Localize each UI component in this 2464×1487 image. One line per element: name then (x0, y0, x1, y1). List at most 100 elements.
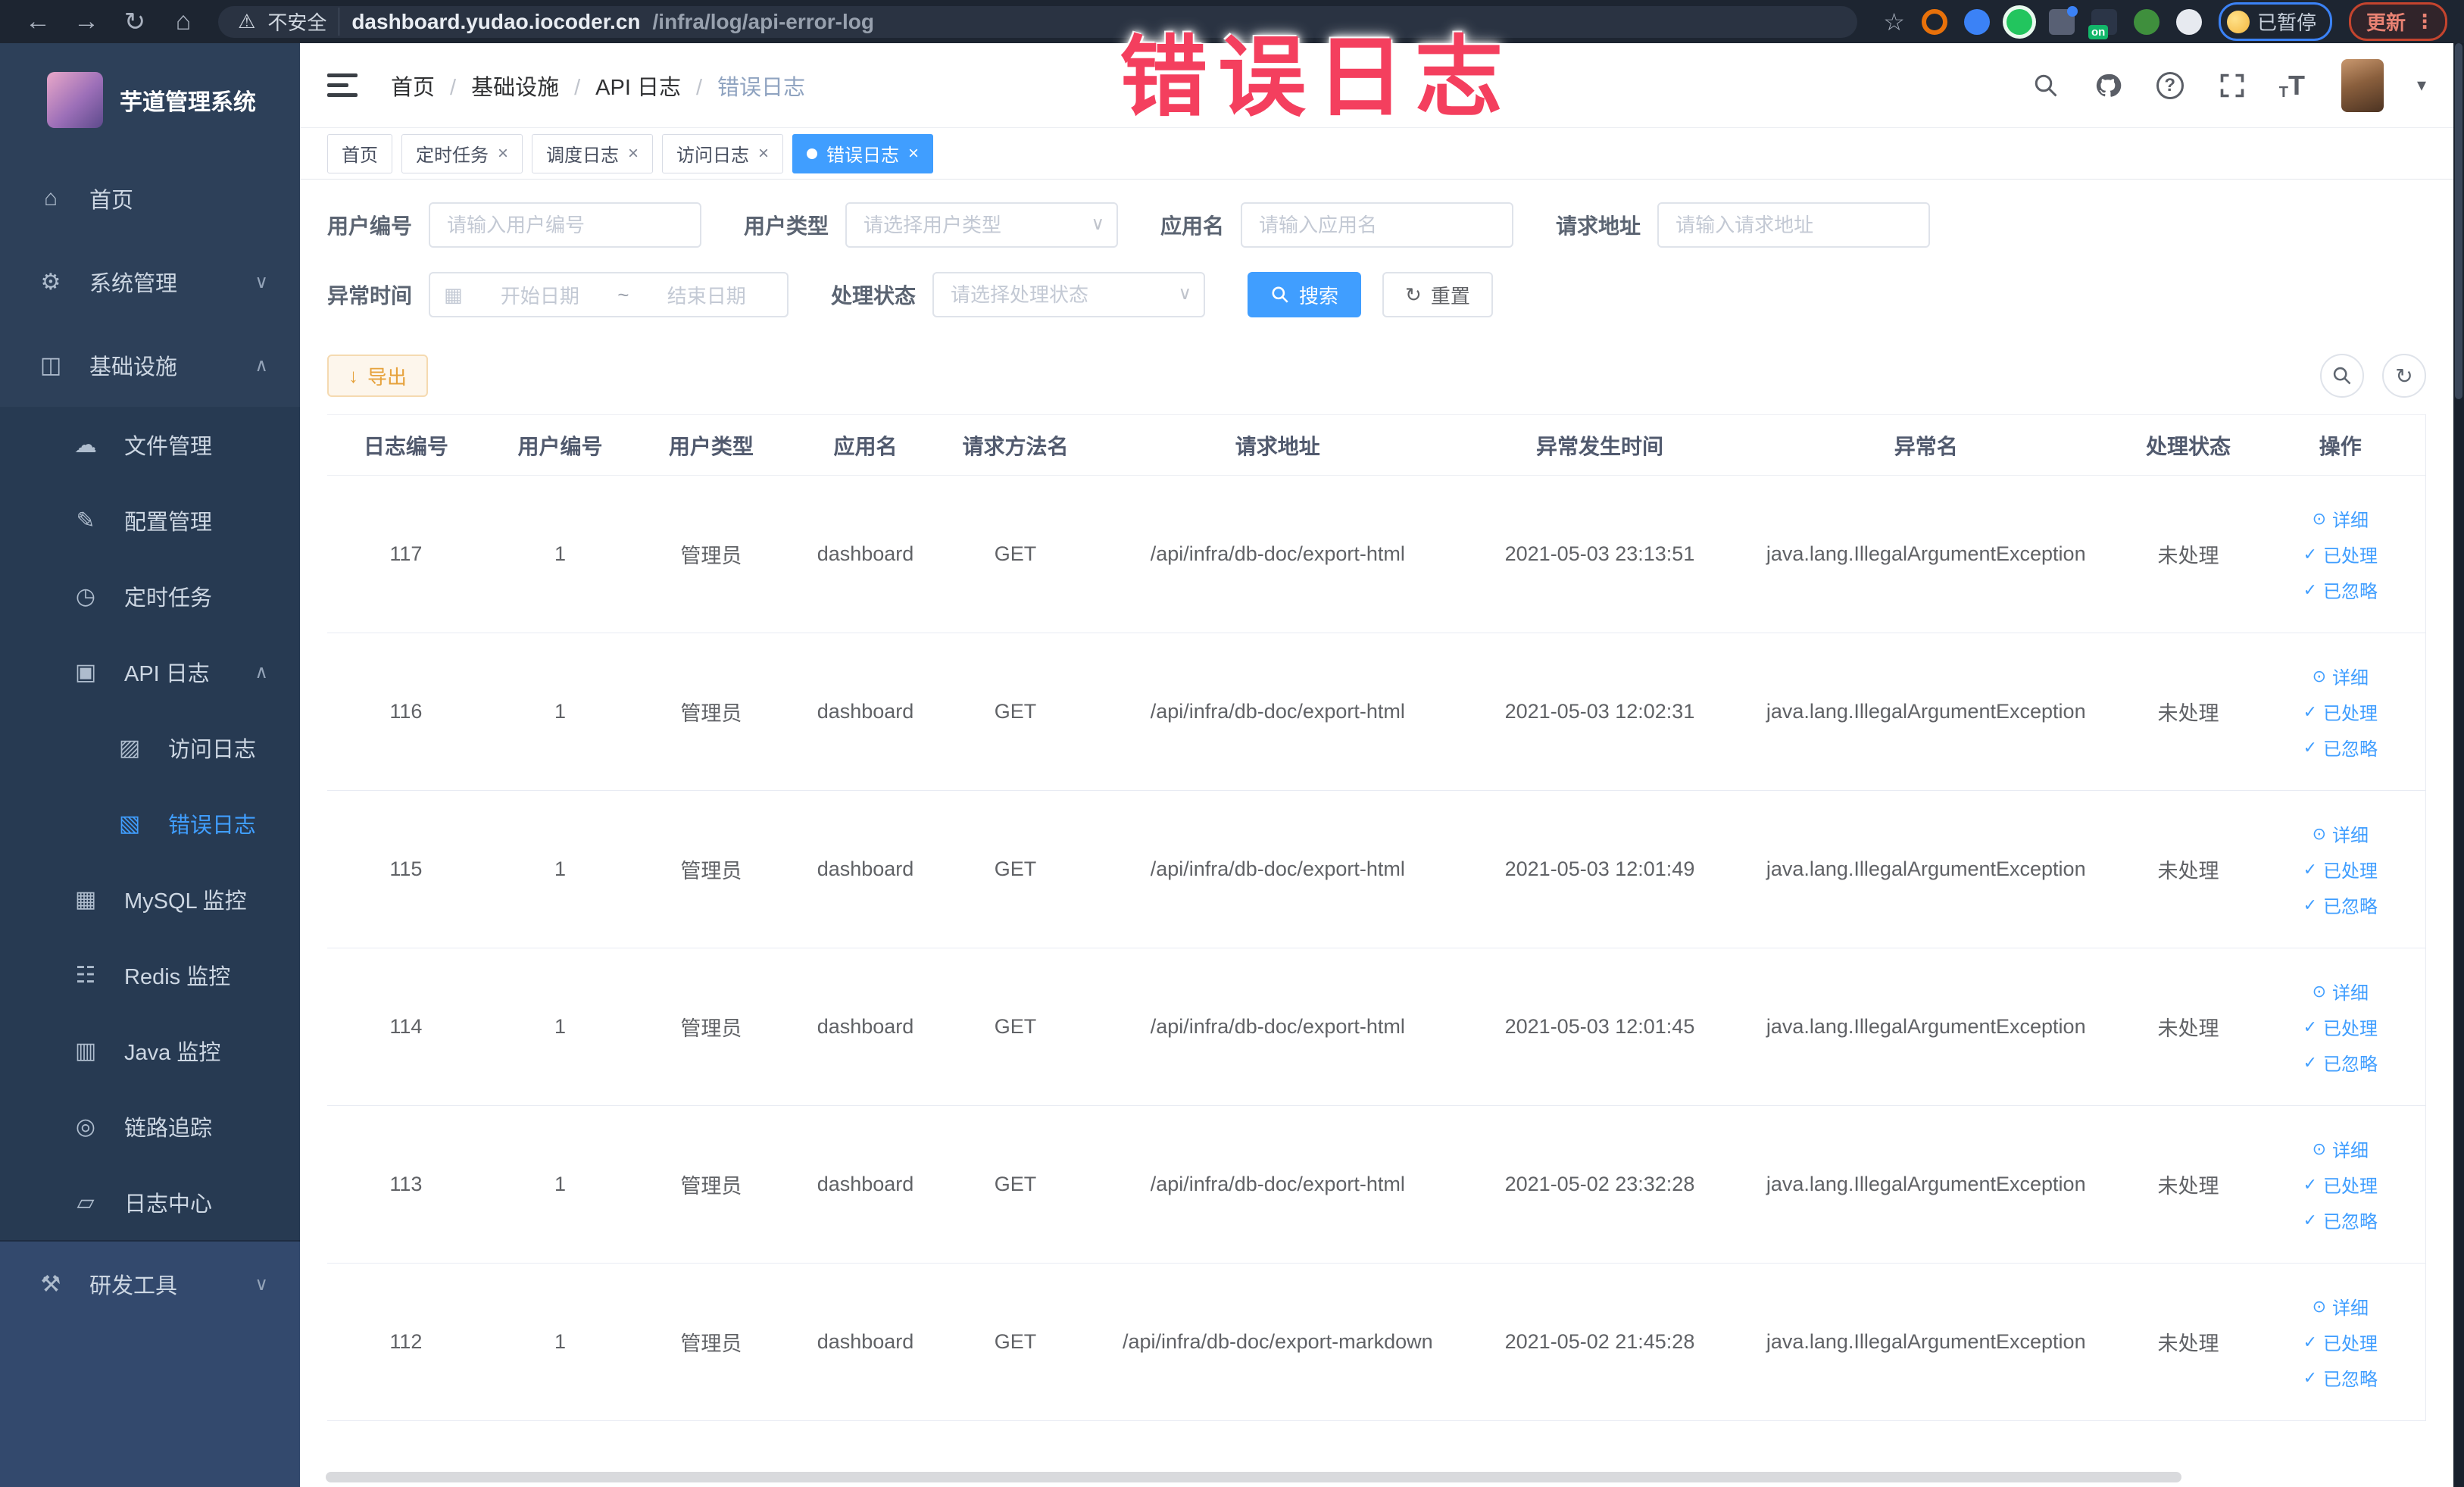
app-name-input[interactable] (1241, 202, 1514, 248)
sidebar-item-log-center[interactable]: ▱ 日志中心 (0, 1164, 300, 1240)
table-row: 113 1 管理员 dashboard GET /api/infra/db-do… (327, 1105, 2425, 1264)
url-host: dashboard.yudao.iocoder.cn (351, 9, 641, 33)
sidebar-item-scheduled-tasks[interactable]: ◷ 定时任务 (0, 558, 300, 634)
sidebar-item-infrastructure[interactable]: ◫ 基础设施 ∧ (0, 323, 300, 407)
sidebar-item-error-log[interactable]: ▧ 错误日志 (0, 786, 300, 861)
user-id-input[interactable] (429, 202, 702, 248)
vertical-scrollbar[interactable] (2453, 43, 2464, 1487)
app-logo[interactable]: 芋道管理系统 (0, 43, 300, 157)
reset-button[interactable]: ↻ 重置 (1382, 272, 1493, 317)
tab-access-log[interactable]: 访问日志 × (662, 133, 784, 173)
mark-ignored-link[interactable]: ✓ 已忽略 (2303, 1049, 2378, 1076)
cell-user-id: 1 (484, 1263, 636, 1421)
detail-label: 详细 (2332, 1298, 2369, 1319)
browser-forward-icon[interactable]: → (65, 7, 108, 36)
extension-icon[interactable] (1921, 8, 1947, 35)
browser-reload-icon[interactable]: ↻ (114, 7, 156, 37)
process-status-select-input[interactable] (932, 272, 1206, 317)
tab-schedule-log[interactable]: 调度日志 × (532, 133, 654, 173)
close-icon[interactable]: × (628, 143, 639, 164)
breadcrumb-home[interactable]: 首页 (391, 70, 456, 102)
cell-app: dashboard (786, 948, 945, 1106)
mark-processed-link[interactable]: ✓ 已处理 (2303, 1014, 2378, 1040)
search-button[interactable]: 搜索 (1248, 272, 1362, 317)
help-icon[interactable]: ? (2155, 70, 2185, 101)
mark-ignored-link[interactable]: ✓ 已忽略 (2303, 1364, 2378, 1391)
sidebar-item-java-monitor[interactable]: ▥ Java 监控 (0, 1013, 300, 1089)
toggle-search-button[interactable] (2320, 354, 2364, 398)
mark-processed-link[interactable]: ✓ 已处理 (2303, 1329, 2378, 1355)
user-type-select-input[interactable] (845, 202, 1119, 248)
request-url-input[interactable] (1657, 202, 1931, 248)
tab-home[interactable]: 首页 (327, 133, 392, 173)
scrollbar-thumb[interactable] (2455, 43, 2462, 399)
extension-icon[interactable] (1963, 8, 1990, 35)
sidebar-item-file-management[interactable]: ☁ 文件管理 (0, 407, 300, 483)
profile-paused-chip[interactable]: 已暂停 (2218, 2, 2332, 41)
mark-ignored-link[interactable]: ✓ 已忽略 (2303, 892, 2378, 918)
extension-icon[interactable] (2006, 8, 2032, 35)
extension-icon[interactable]: on (2088, 8, 2117, 39)
sidebar-item-api-log[interactable]: ▣ API 日志 ∧ (0, 634, 300, 710)
detail-link[interactable]: ⊙ 详细 (2313, 820, 2369, 847)
breadcrumb-infrastructure[interactable]: 基础设施 (471, 70, 580, 102)
horizontal-scrollbar[interactable] (326, 1472, 2181, 1482)
log-icon: ▣ (74, 659, 97, 685)
security-label[interactable]: 不安全 (267, 8, 340, 36)
close-icon[interactable]: × (908, 143, 919, 164)
detail-link[interactable]: ⊙ 详细 (2313, 1293, 2369, 1320)
extension-icon[interactable] (2048, 5, 2078, 35)
sidebar-item-dev-tools[interactable]: ⚒ 研发工具 ∨ (0, 1242, 300, 1326)
check-icon: ✓ (2303, 859, 2318, 879)
avatar-caret-icon[interactable]: ▾ (2417, 74, 2426, 96)
sidebar-item-tracing[interactable]: ◎ 链路追踪 (0, 1089, 300, 1164)
browser-update-button[interactable]: 更新 ⋮ (2348, 2, 2447, 41)
extension-icon[interactable] (2133, 8, 2160, 35)
processed-label: 已处理 (2323, 704, 2378, 724)
tab-error-log[interactable]: 错误日志 × (792, 133, 934, 173)
mark-ignored-link[interactable]: ✓ 已忽略 (2303, 576, 2378, 603)
export-button[interactable]: ↓ 导出 (327, 355, 429, 397)
cell-url: /api/infra/db-doc/export-html (1086, 1105, 1469, 1264)
detail-link[interactable]: ⊙ 详细 (2313, 978, 2369, 1004)
tab-scheduled-tasks[interactable]: 定时任务 × (401, 133, 523, 173)
detail-link[interactable]: ⊙ 详细 (2313, 1136, 2369, 1162)
bookmark-star-icon[interactable]: ☆ (1883, 8, 1905, 36)
detail-link[interactable]: ⊙ 详细 (2313, 663, 2369, 689)
sidebar-item-config-management[interactable]: ✎ 配置管理 (0, 483, 300, 558)
mark-processed-link[interactable]: ✓ 已处理 (2303, 856, 2378, 883)
browser-menu-icon[interactable]: ⋮ (2415, 10, 2434, 33)
sidebar-item-access-log[interactable]: ▨ 访问日志 (0, 710, 300, 786)
hamburger-icon[interactable] (327, 73, 358, 97)
search-icon[interactable] (2031, 70, 2061, 101)
browser-home-icon[interactable]: ⌂ (162, 7, 205, 36)
cell-status: 未处理 (2121, 1105, 2256, 1264)
github-icon[interactable] (2093, 70, 2123, 101)
mark-ignored-link[interactable]: ✓ 已忽略 (2303, 734, 2378, 761)
user-type-select[interactable]: ∨ (845, 202, 1119, 248)
sidebar-item-mysql-monitor[interactable]: ▦ MySQL 监控 (0, 861, 300, 937)
sidebar-item-label: 首页 (89, 189, 134, 213)
fullscreen-icon[interactable] (2217, 70, 2247, 101)
mark-processed-link[interactable]: ✓ 已处理 (2303, 698, 2378, 725)
mark-processed-link[interactable]: ✓ 已处理 (2303, 541, 2378, 567)
detail-link[interactable]: ⊙ 详细 (2313, 505, 2369, 532)
extensions-puzzle-icon[interactable] (2175, 8, 2202, 35)
mark-ignored-link[interactable]: ✓ 已忽略 (2303, 1207, 2378, 1233)
address-bar[interactable]: ⚠ 不安全 dashboard.yudao.iocoder.cn/infra/l… (218, 5, 1858, 38)
close-icon[interactable]: × (498, 143, 508, 164)
date-range-picker[interactable]: ▦ 开始日期 ~ 结束日期 (429, 272, 789, 317)
refresh-table-button[interactable]: ↻ (2382, 354, 2426, 398)
sidebar-item-system-management[interactable]: ⚙ 系统管理 ∨ (0, 240, 300, 323)
sidebar-item-redis-monitor[interactable]: ☷ Redis 监控 (0, 937, 300, 1013)
browser-back-icon[interactable]: ← (17, 7, 59, 36)
close-icon[interactable]: × (758, 143, 769, 164)
filter-form: 用户编号 用户类型 ∨ 应用名 请求地址 (300, 180, 2453, 346)
sidebar-item-home[interactable]: ⌂ 首页 (0, 157, 300, 240)
breadcrumb-api-log[interactable]: API 日志 (595, 70, 702, 102)
mark-processed-link[interactable]: ✓ 已处理 (2303, 1171, 2378, 1198)
sidebar-item-label: 基础设施 (89, 355, 178, 380)
user-avatar[interactable] (2341, 58, 2384, 112)
process-status-select[interactable]: ∨ (932, 272, 1206, 317)
font-size-icon[interactable]: TT (2279, 70, 2305, 102)
